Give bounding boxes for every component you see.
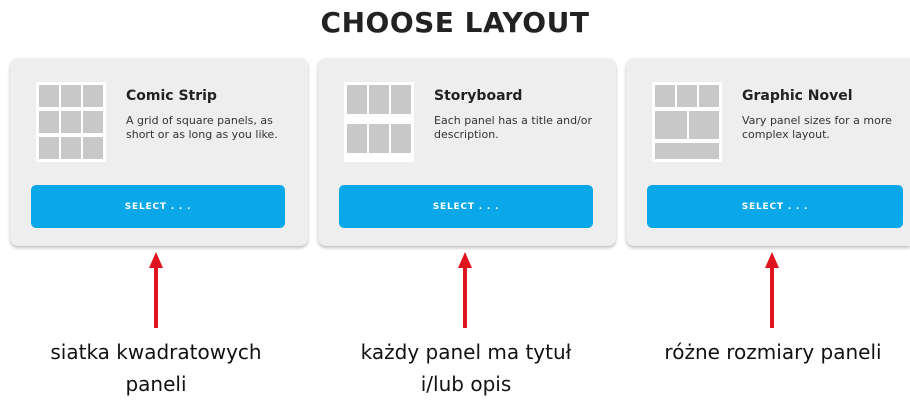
select-graphic-novel-button[interactable]: SELECT . . . xyxy=(647,185,903,228)
annotation-caption: różne rozmiary paneli xyxy=(664,340,882,364)
layout-card-title: Graphic Novel xyxy=(742,88,853,104)
page-title: CHOOSE LAYOUT xyxy=(320,6,590,39)
arrow-up-icon xyxy=(765,252,779,328)
layout-card-title: Comic Strip xyxy=(126,88,217,104)
layout-card-storyboard: Storyboard Each panel has a title and/or… xyxy=(318,58,616,246)
layout-card-comic-strip: Comic Strip A grid of square panels, as … xyxy=(10,58,308,246)
layout-card-graphic-novel: Graphic Novel Vary panel sizes for a mor… xyxy=(626,58,910,246)
storyboard-panels-icon xyxy=(344,82,414,162)
layout-card-description: A grid of square panels, as short or as … xyxy=(126,114,278,141)
arrow-up-icon xyxy=(458,252,472,328)
annotation-caption: siatka kwadratowych paneli xyxy=(50,340,262,396)
layout-card-title: Storyboard xyxy=(434,88,523,104)
layout-card-description: Vary panel sizes for a more complex layo… xyxy=(742,114,892,141)
graphic-novel-layout-icon xyxy=(652,82,722,162)
annotation-caption: każdy panel ma tytuł i/lub opis xyxy=(360,340,572,396)
select-storyboard-button[interactable]: SELECT . . . xyxy=(339,185,593,228)
arrow-up-icon xyxy=(149,252,163,328)
comic-strip-grid-icon xyxy=(36,82,106,162)
layout-card-description: Each panel has a title and/or descriptio… xyxy=(434,114,593,141)
select-comic-strip-button[interactable]: SELECT . . . xyxy=(31,185,285,228)
